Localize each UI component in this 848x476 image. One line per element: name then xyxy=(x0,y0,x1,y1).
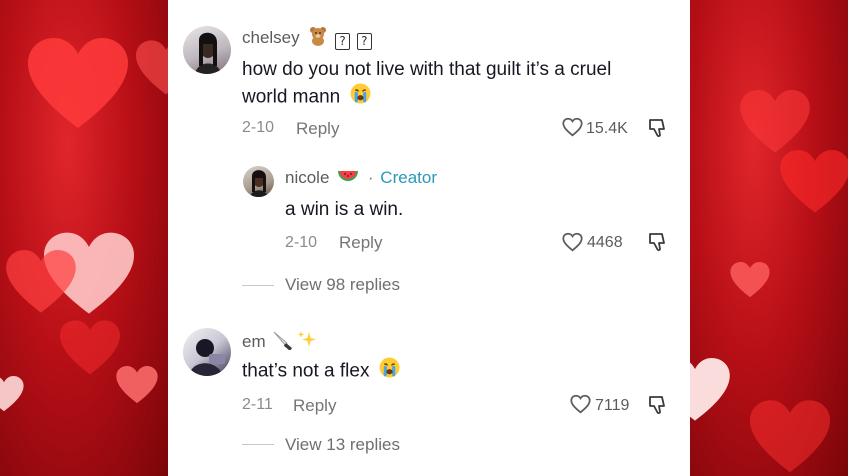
heart-outline-icon[interactable] xyxy=(562,117,583,137)
background-right-hearts xyxy=(690,0,848,476)
reply-button[interactable]: Reply xyxy=(296,119,339,139)
comment-text-line: world mann xyxy=(242,86,341,108)
divider-line xyxy=(242,285,274,286)
comment-text: that’s not a flex xyxy=(242,357,400,386)
avatar-portrait-icon xyxy=(195,32,221,74)
watermelon-icon xyxy=(337,169,359,189)
heart-icon xyxy=(28,38,128,128)
teddy-bear-icon xyxy=(308,26,328,51)
like-count: 7119 xyxy=(595,397,630,414)
heart-outline-icon[interactable] xyxy=(562,232,583,252)
heart-icon xyxy=(136,40,168,95)
username-text: chelsey xyxy=(242,27,300,47)
like-count: 15.4K xyxy=(586,120,628,137)
username-text: nicole xyxy=(285,168,330,187)
reply-text: a win is a win. xyxy=(285,199,404,220)
crying-face-icon xyxy=(350,83,371,112)
heart-icon xyxy=(750,400,830,473)
like-count: 4468 xyxy=(587,234,623,251)
comment-date: 2-10 xyxy=(242,119,275,136)
heart-icon xyxy=(0,376,24,412)
heart-icon xyxy=(690,358,730,421)
thumbs-down-icon[interactable] xyxy=(648,118,668,138)
view-replies-button[interactable]: View 13 replies xyxy=(285,435,400,455)
knife-icon xyxy=(272,330,294,355)
crying-face-icon xyxy=(379,357,400,386)
thumbs-down-icon[interactable] xyxy=(648,395,668,415)
heart-icon xyxy=(116,366,158,404)
view-replies-button[interactable]: View 98 replies xyxy=(285,275,400,295)
comment-text: how do you not live with that guilt it’s… xyxy=(242,56,682,112)
avatar-portrait-icon xyxy=(189,339,225,376)
comments-panel: chelsey ? ? how do you not live with tha… xyxy=(168,0,690,476)
comment-username[interactable]: em xyxy=(242,330,317,355)
reply-date: 2-10 xyxy=(285,234,318,251)
unknown-glyph-icon: ? xyxy=(335,32,351,50)
comment-username[interactable]: chelsey ? ? xyxy=(242,26,372,51)
heart-icon xyxy=(60,320,120,375)
creator-badge: Creator xyxy=(380,168,437,187)
unknown-glyph-icon: ? xyxy=(356,32,372,50)
reply-button[interactable]: Reply xyxy=(293,396,336,416)
comment-text-line: that’s not a flex xyxy=(242,360,370,382)
comment-date: 2-11 xyxy=(242,396,273,413)
comment-text-line: how do you not live with that guilt it’s… xyxy=(242,59,612,80)
username-text: em xyxy=(242,331,266,351)
heart-icon xyxy=(740,90,810,153)
avatar-portrait-icon xyxy=(250,170,268,197)
divider-line xyxy=(242,444,274,445)
separator-dot: · xyxy=(367,168,374,187)
avatar[interactable] xyxy=(183,26,231,74)
reply-username[interactable]: nicole · Creator xyxy=(285,168,437,189)
heart-icon xyxy=(6,250,76,313)
background-left-hearts xyxy=(0,0,168,476)
avatar[interactable] xyxy=(183,328,231,376)
heart-outline-icon[interactable] xyxy=(570,394,591,414)
thumbs-down-icon[interactable] xyxy=(648,232,668,252)
avatar[interactable] xyxy=(243,166,274,197)
heart-icon xyxy=(780,150,848,213)
sparkles-icon xyxy=(297,330,317,355)
reply-button[interactable]: Reply xyxy=(339,233,382,253)
comment-text-line-2: world mann xyxy=(242,83,682,112)
heart-icon xyxy=(730,262,770,298)
